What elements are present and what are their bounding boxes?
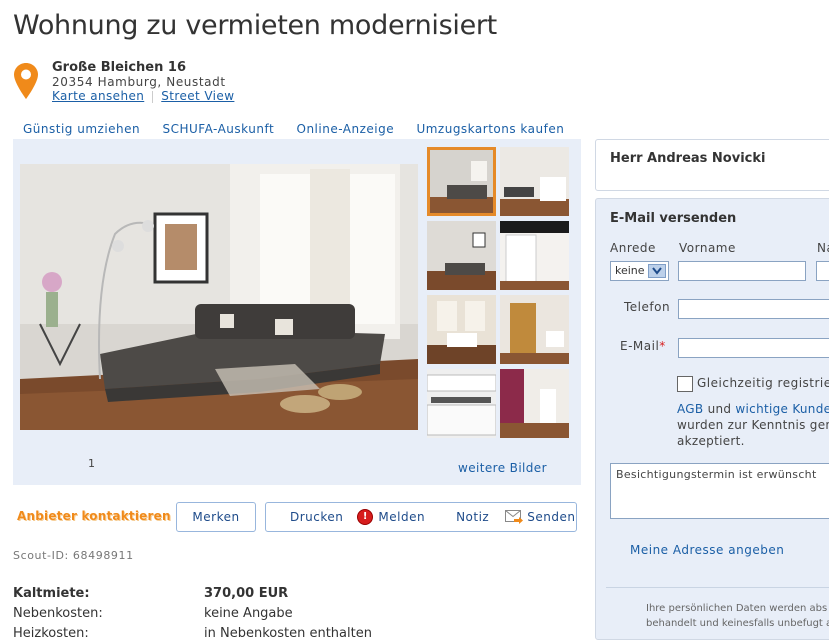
address-links: Karte ansehen Street View [52, 89, 234, 103]
message-textarea[interactable]: Besichtigungstermin ist erwünscht [610, 463, 829, 519]
add-address-link[interactable]: Meine Adresse angeben [630, 543, 784, 557]
email-label-text: E-Mail [620, 339, 660, 353]
senden-button[interactable]: Senden [505, 510, 575, 524]
thumbnail-7[interactable] [427, 369, 496, 438]
contact-provider-button[interactable]: Anbieter kontaktieren [17, 509, 171, 523]
required-mark: * [659, 339, 666, 353]
privacy-line-2: behandelt und keinesfalls unbefugt a [646, 618, 829, 629]
vorname-label: Vorname [679, 241, 736, 255]
quick-links: Günstig umziehen SCHUFA-Auskunft Online-… [23, 122, 582, 136]
photo-counter: 1 [88, 457, 95, 470]
warning-icon: ! [357, 509, 374, 525]
link-separator [152, 90, 154, 103]
mail-forward-icon [505, 510, 524, 524]
agb-text: AGB und wichtige Kunde wurden zur Kenntn… [677, 401, 829, 449]
map-pin-icon [14, 63, 38, 99]
anrede-select[interactable]: keine [610, 261, 669, 281]
merken-label: Merken [192, 510, 240, 524]
drucken-label: Drucken [290, 510, 344, 524]
agb-rest-2: akzeptiert. [677, 434, 745, 448]
streetview-link[interactable]: Street View [161, 89, 234, 103]
email-input[interactable] [678, 338, 829, 358]
thumbnail-1[interactable] [427, 147, 496, 216]
email-label: E-Mail* [620, 339, 666, 353]
telefon-label: Telefon [624, 300, 671, 314]
kaltmiete-value: 370,00 EUR [204, 586, 289, 601]
address-city: 20354 Hamburg, Neustadt [52, 75, 226, 89]
thumbnail-3[interactable] [427, 221, 496, 290]
main-photo[interactable] [20, 164, 418, 430]
agb-und: und [707, 402, 732, 416]
thumbnail-4[interactable] [500, 221, 569, 290]
privacy-line-1: Ihre persönlichen Daten werden abs [646, 603, 828, 614]
privacy-note: Ihre persönlichen Daten werden abs behan… [646, 601, 829, 631]
email-form: E-Mail versenden Anrede Vorname Na keine… [595, 198, 829, 640]
quick-link-umzugskartons[interactable]: Umzugskartons kaufen [416, 122, 564, 136]
quick-link-schufa[interactable]: SCHUFA-Auskunft [162, 122, 274, 136]
kaltmiete-label: Kaltmiete: [13, 586, 90, 601]
nachname-input[interactable] [816, 261, 829, 281]
quick-link-umziehen[interactable]: Günstig umziehen [23, 122, 140, 136]
senden-label: Senden [527, 510, 576, 524]
register-checkbox[interactable] [677, 376, 693, 392]
vorname-input[interactable] [678, 261, 806, 281]
register-checkbox-label: Gleichzeitig registrieren [697, 376, 829, 390]
agb-rest-1: wurden zur Kenntnis gen [677, 418, 829, 432]
telefon-input[interactable] [678, 299, 829, 319]
action-bar: Drucken ! Melden Notiz Senden [265, 502, 577, 532]
agent-name: Herr Andreas Novicki [610, 151, 766, 166]
heizkosten-value: in Nebenkosten enthalten [204, 626, 372, 641]
address-street: Große Bleichen 16 [52, 60, 186, 75]
agb-link[interactable]: AGB [677, 402, 703, 416]
nachname-label: Na [817, 241, 829, 255]
more-pictures-link[interactable]: weitere Bilder [458, 461, 547, 475]
agent-box: Herr Andreas Novicki [595, 139, 829, 191]
drucken-button[interactable]: Drucken [290, 510, 343, 524]
map-link[interactable]: Karte ansehen [52, 89, 144, 103]
photo-gallery: 1 weitere Bilder [13, 139, 581, 485]
notiz-label: Notiz [456, 510, 490, 524]
heizkosten-label: Heizkosten: [13, 626, 89, 641]
melden-label: Melden [378, 510, 426, 524]
melden-button[interactable]: ! Melden [357, 509, 425, 525]
thumbnail-8[interactable] [500, 369, 569, 438]
scout-id: Scout-ID: 68498911 [13, 549, 134, 562]
chevron-down-icon [648, 264, 666, 278]
nebenkosten-label: Nebenkosten: [13, 606, 103, 621]
thumbnail-6[interactable] [500, 295, 569, 364]
anrede-value: keine [615, 264, 645, 277]
page-title: Wohnung zu vermieten modernisiert [13, 10, 497, 41]
form-divider [606, 587, 829, 588]
thumbnail-2[interactable] [500, 147, 569, 216]
anrede-label: Anrede [610, 241, 656, 255]
thumbnail-5[interactable] [427, 295, 496, 364]
merken-button[interactable]: Merken [176, 502, 256, 532]
kunden-info-link[interactable]: wichtige Kunde [735, 402, 829, 416]
form-title: E-Mail versenden [610, 211, 737, 226]
notiz-button[interactable]: Notiz [456, 510, 489, 524]
nebenkosten-value: keine Angabe [204, 606, 293, 621]
quick-link-online-anzeige[interactable]: Online-Anzeige [297, 122, 395, 136]
